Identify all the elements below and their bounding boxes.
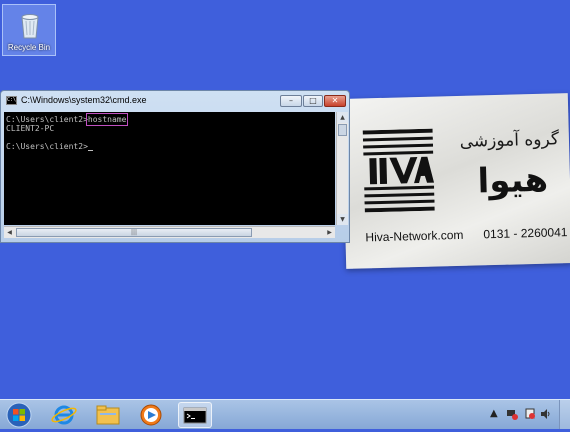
banner-persian-line2: هیوا bbox=[477, 159, 549, 202]
taskbar-windows-explorer[interactable] bbox=[91, 402, 125, 428]
action-center-icon[interactable] bbox=[524, 408, 536, 423]
close-button[interactable]: ✕ bbox=[324, 95, 346, 107]
restore-button[interactable]: □ bbox=[303, 95, 323, 107]
recycle-bin[interactable]: Recycle Bin bbox=[2, 4, 56, 56]
horizontal-scrollbar[interactable]: ◀ ||| ▶ bbox=[4, 226, 335, 238]
recycle-bin-label: Recycle Bin bbox=[7, 43, 51, 52]
vertical-scrollbar[interactable]: ▲ ▼ bbox=[336, 112, 348, 225]
hiva-logo bbox=[362, 128, 435, 213]
text-cursor bbox=[87, 150, 93, 151]
prompt-2: C:\Users\client2> bbox=[6, 142, 88, 151]
scroll-up-icon[interactable]: ▲ bbox=[337, 112, 348, 123]
scroll-right-icon[interactable]: ▶ bbox=[324, 227, 335, 238]
banner-phone: 0131 - 2260041 bbox=[483, 225, 568, 242]
window-title: C:\Windows\system32\cmd.exe bbox=[21, 95, 147, 105]
console-area[interactable]: C:\Users\client2>hostname CLIENT2-PC C:\U… bbox=[4, 112, 335, 225]
horizontal-scroll-thumb[interactable]: ||| bbox=[16, 228, 252, 237]
banner-persian-line1: گروه آموزشی bbox=[459, 129, 560, 152]
windows-orb-icon bbox=[6, 402, 32, 428]
hiva-banner: گروه آموزشی هیوا Hiva-Network.com 0131 -… bbox=[341, 93, 570, 269]
cmd-icon: C:\ bbox=[6, 96, 17, 105]
minimize-button[interactable]: – bbox=[280, 95, 302, 107]
prompt-1: C:\Users\client2> bbox=[6, 115, 88, 124]
windows-explorer-icon bbox=[96, 405, 120, 425]
taskbar-cmd[interactable] bbox=[178, 402, 212, 428]
internet-explorer-icon bbox=[51, 405, 77, 425]
taskbar-media-player[interactable] bbox=[134, 402, 168, 428]
taskbar-internet-explorer[interactable] bbox=[47, 402, 81, 428]
arrow-up-icon[interactable]: ▲ bbox=[490, 408, 498, 419]
command-hostname: hostname bbox=[85, 113, 129, 126]
start-button[interactable] bbox=[4, 402, 34, 428]
scroll-down-icon[interactable]: ▼ bbox=[337, 214, 348, 225]
vertical-scroll-thumb[interactable] bbox=[338, 124, 347, 136]
scroll-left-icon[interactable]: ◀ bbox=[4, 227, 15, 238]
media-player-icon bbox=[140, 404, 162, 426]
recycle-bin-icon bbox=[21, 14, 39, 39]
show-desktop-button[interactable] bbox=[559, 400, 570, 429]
command-output: CLIENT2-PC bbox=[6, 124, 55, 133]
cmd-icon bbox=[183, 407, 207, 424]
cmd-window[interactable]: C:\ C:\Windows\system32\cmd.exe – □ ✕ C:… bbox=[0, 90, 350, 243]
taskbar: ▲ bbox=[0, 399, 570, 429]
volume-icon[interactable] bbox=[540, 408, 552, 423]
network-icon[interactable] bbox=[506, 408, 518, 423]
title-bar[interactable]: C:\ C:\Windows\system32\cmd.exe – □ ✕ bbox=[1, 91, 349, 111]
banner-website: Hiva-Network.com bbox=[365, 227, 464, 245]
